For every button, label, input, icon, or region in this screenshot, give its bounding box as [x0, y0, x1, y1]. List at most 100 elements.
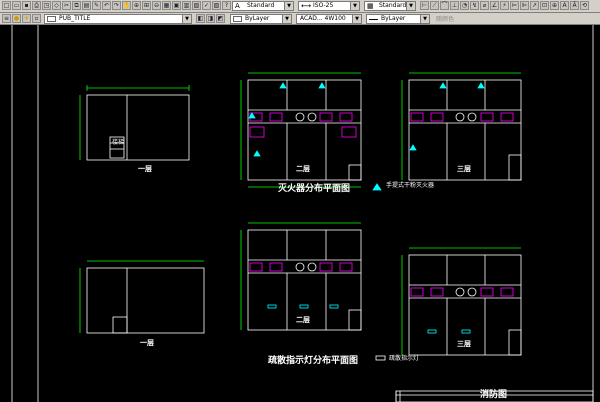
match-properties-icon[interactable]: ✎	[92, 1, 101, 10]
angular-dim-icon[interactable]: ∠	[490, 1, 499, 10]
door-swing	[467, 287, 477, 297]
layer-value: PUB_TITLE	[59, 15, 91, 22]
exit-light-icon	[267, 304, 277, 309]
properties-icon[interactable]: ▦	[162, 1, 171, 10]
undo-icon[interactable]: ↶	[102, 1, 111, 10]
dim-update-icon[interactable]: ⟲	[580, 1, 589, 10]
chevron-down-icon[interactable]: ▼	[284, 2, 293, 10]
drawing-svg	[11, 25, 594, 402]
plot-preview-icon[interactable]: ◳	[42, 1, 51, 10]
save-icon[interactable]: ▪	[22, 1, 31, 10]
linetype-value: ACAD... 4W100	[300, 15, 346, 22]
text-style-combo[interactable]: A Standard ▼	[232, 1, 294, 11]
exit-light-icon	[329, 304, 339, 309]
tolerance-icon[interactable]: ⊡	[540, 1, 549, 10]
standard-toolbar-icons: □ ▭ ▪ ⎙ ◳ ◇ ✂ ⧉ ▤ ✎ ↶ ↷ ✋ ⊕ ⊞ ⊖ ▦ ▣ ▥ ▧ …	[2, 1, 231, 12]
door-swing	[307, 112, 317, 122]
redo-icon[interactable]: ↷	[112, 1, 121, 10]
open-file-icon[interactable]: ▭	[12, 1, 21, 10]
layer-icons: ≡ ● ☀ ▫	[2, 14, 41, 25]
layer-combo[interactable]: PUB_TITLE ▼	[44, 14, 192, 24]
exit-light-icon	[299, 304, 309, 309]
stair-symbol	[508, 154, 522, 181]
chevron-down-icon[interactable]: ▼	[420, 15, 429, 23]
furniture-block	[410, 112, 424, 122]
make-current-icon[interactable]: ◧	[196, 14, 205, 23]
plotstyle-label[interactable]: 随颜色	[436, 14, 454, 23]
stair-symbol	[508, 329, 522, 356]
layer-previous-icon[interactable]: ◨	[206, 14, 215, 23]
floor3-label-top: 三层	[457, 165, 471, 173]
leader-icon[interactable]: ↗	[530, 1, 539, 10]
floor1-outline-top	[86, 94, 190, 161]
chevron-down-icon[interactable]: ▼	[182, 15, 191, 23]
extinguisher-icon	[409, 144, 417, 151]
jogged-dim-icon[interactable]: ↯	[470, 1, 479, 10]
floor1-outline-bottom	[86, 267, 205, 334]
layer-lock-icon[interactable]: ▫	[32, 14, 41, 23]
aligned-dim-icon[interactable]: ⟋	[430, 1, 439, 10]
copy-icon[interactable]: ⧉	[72, 1, 81, 10]
standard-toolbar: □ ▭ ▪ ⎙ ◳ ◇ ✂ ⧉ ▤ ✎ ↶ ↷ ✋ ⊕ ⊞ ⊖ ▦ ▣ ▥ ▧ …	[0, 0, 600, 13]
furniture-block	[430, 287, 444, 297]
zoom-realtime-icon[interactable]: ⊕	[132, 1, 141, 10]
diameter-dim-icon[interactable]: ⌀	[480, 1, 489, 10]
layer-states-icon[interactable]: ◩	[216, 14, 225, 23]
door-swing	[467, 112, 477, 122]
continue-dim-icon[interactable]: ⊫	[520, 1, 529, 10]
quick-dim-icon[interactable]: ⚡	[500, 1, 509, 10]
floor3-label-bottom: 三层	[457, 340, 471, 348]
chevron-down-icon[interactable]: ▼	[350, 2, 359, 10]
linetype-combo[interactable]: ACAD... 4W100 ▼	[296, 14, 362, 24]
center-mark-icon[interactable]: ⊕	[550, 1, 559, 10]
lineweight-value: ByLayer	[381, 15, 406, 22]
lineweight-combo[interactable]: ByLayer ▼	[366, 14, 430, 24]
furniture-block	[319, 112, 333, 122]
floor2-label-top: 二层	[296, 165, 310, 173]
design-center-icon[interactable]: ▣	[172, 1, 181, 10]
new-file-icon[interactable]: □	[2, 1, 11, 10]
tool-palettes-icon[interactable]: ▥	[182, 1, 191, 10]
layer-extra-icons: ◧ ◨ ◩	[196, 14, 225, 25]
help-icon[interactable]: ?	[222, 1, 231, 10]
layer-color-swatch	[47, 16, 56, 22]
furniture-block	[339, 262, 353, 272]
layer-on-icon[interactable]: ●	[12, 14, 21, 23]
extinguisher-icon	[279, 82, 287, 89]
furniture-block	[480, 112, 494, 122]
radius-dim-icon[interactable]: ◔	[460, 1, 469, 10]
quickcalc-icon[interactable]: ▨	[212, 1, 221, 10]
legend-exit-light-icon	[375, 355, 386, 361]
print-icon[interactable]: ⎙	[32, 1, 41, 10]
dim-style-combo[interactable]: ⟷ ISO-25 ▼	[298, 1, 360, 11]
extinguisher-icon	[318, 82, 326, 89]
chevron-down-icon[interactable]: ▼	[282, 15, 291, 23]
dim-edit-icon[interactable]: A	[560, 1, 569, 10]
chevron-down-icon[interactable]: ▼	[352, 15, 361, 23]
pan-icon[interactable]: ✋	[122, 1, 131, 10]
cut-icon[interactable]: ✂	[62, 1, 71, 10]
layer-manager-icon[interactable]: ≡	[2, 14, 11, 23]
floor1-label-top: 一层	[138, 165, 152, 173]
layer-freeze-icon[interactable]: ☀	[22, 14, 31, 23]
extinguisher-plan-title: 灭火器分布平面图	[278, 184, 351, 194]
floor1-label-bottom: 一层	[140, 339, 154, 347]
linear-dim-icon[interactable]: ⊢	[420, 1, 429, 10]
paste-icon[interactable]: ▤	[82, 1, 91, 10]
stair-symbol	[112, 316, 128, 334]
publish-icon[interactable]: ◇	[52, 1, 61, 10]
markup-icon[interactable]: ✓	[202, 1, 211, 10]
chevron-down-icon[interactable]: ▼	[406, 2, 415, 10]
color-combo[interactable]: ByLayer ▼	[230, 14, 292, 24]
dim-text-edit-icon[interactable]: Ā	[570, 1, 579, 10]
drawing-canvas[interactable]: 一层 二层 三层 灭火器分布平面图 手提式干粉灭火器 一层 二层 三层 疏散指示…	[0, 25, 600, 402]
baseline-dim-icon[interactable]: ⊨	[510, 1, 519, 10]
ordinate-dim-icon[interactable]: ⊥	[450, 1, 459, 10]
exit-light-legend-label: 疏散指示灯	[389, 355, 420, 362]
sheet-set-icon[interactable]: ▧	[192, 1, 201, 10]
table-style-combo[interactable]: ▦ Standard ▼	[364, 1, 416, 11]
furniture-block	[430, 112, 444, 122]
zoom-previous-icon[interactable]: ⊖	[152, 1, 161, 10]
arc-length-icon[interactable]: ⌒	[440, 1, 449, 10]
zoom-window-icon[interactable]: ⊞	[142, 1, 151, 10]
